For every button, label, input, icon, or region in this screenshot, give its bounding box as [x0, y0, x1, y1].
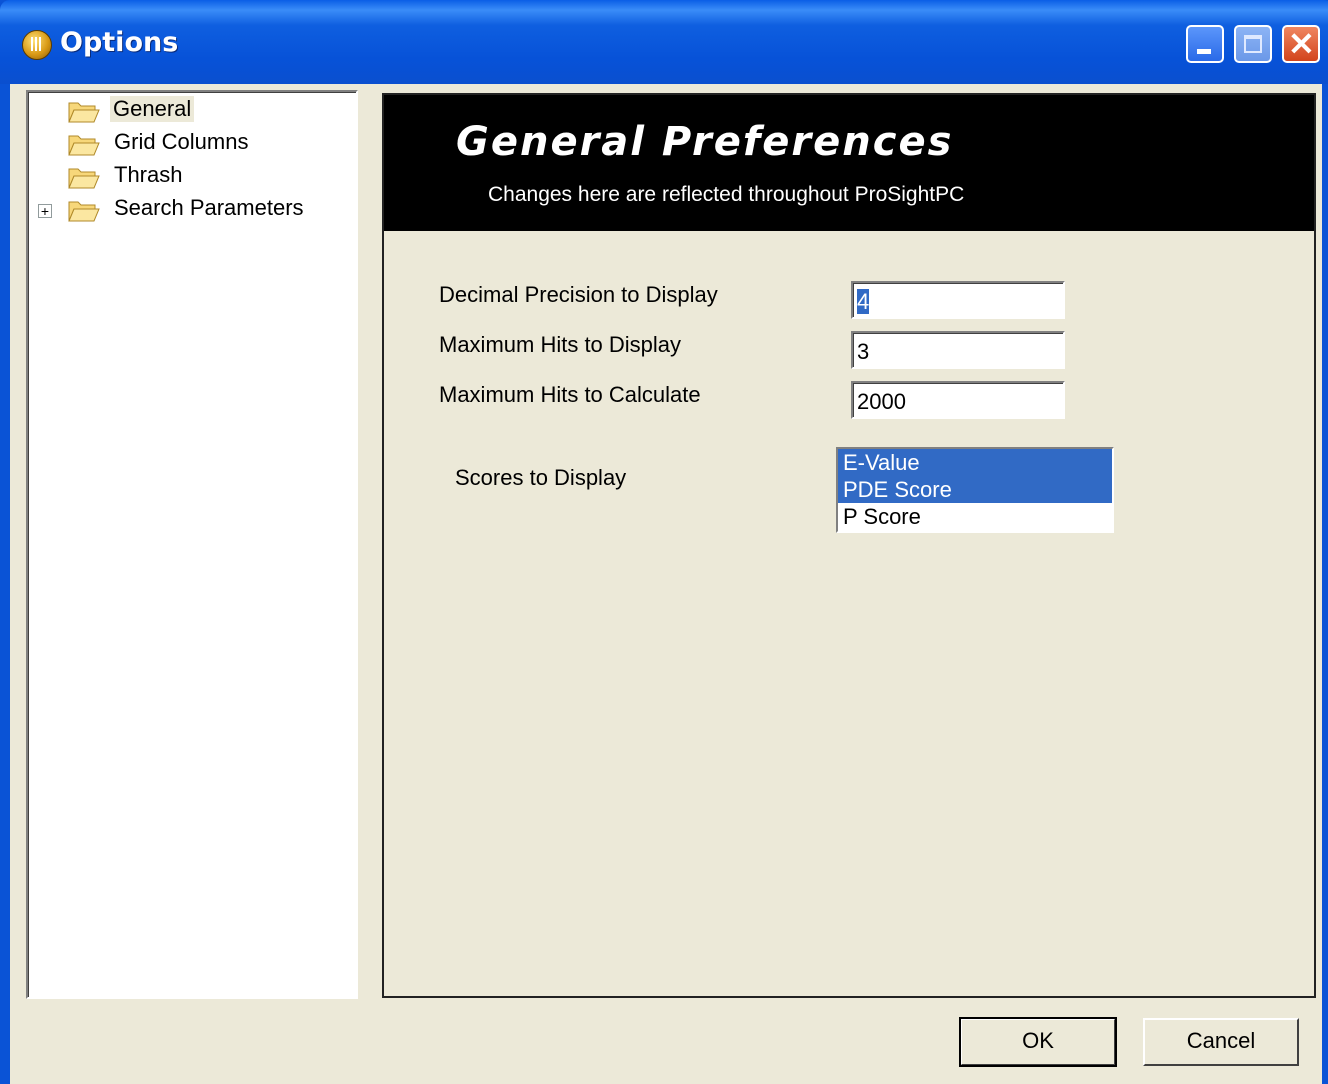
cancel-button[interactable]: Cancel — [1143, 1018, 1299, 1066]
minimize-button[interactable] — [1186, 25, 1224, 63]
maximize-button[interactable] — [1234, 25, 1272, 63]
list-option-pde-score[interactable]: PDE Score — [838, 476, 1112, 503]
close-icon: ✕ — [1288, 26, 1315, 62]
folder-open-icon — [68, 168, 100, 189]
decimal-precision-value: 4 — [857, 289, 870, 314]
ok-button[interactable]: OK — [959, 1017, 1117, 1067]
options-tree[interactable]: General Grid Columns Thrash + Search Par… — [26, 90, 358, 999]
folder-open-icon — [68, 102, 100, 123]
max-hits-calculate-value: 2000 — [857, 389, 906, 414]
panel-subtitle: Changes here are reflected throughout Pr… — [488, 183, 965, 206]
tree-item-label: General — [110, 96, 195, 122]
close-button[interactable]: ✕ — [1282, 25, 1320, 63]
decimal-precision-label: Decimal Precision to Display — [439, 282, 718, 307]
max-hits-calculate-label: Maximum Hits to Calculate — [439, 382, 701, 407]
scores-listbox[interactable]: E-Value PDE Score P Score — [836, 447, 1114, 533]
max-hits-calculate-input[interactable]: 2000 — [851, 381, 1065, 419]
decimal-precision-input[interactable]: 4 — [851, 281, 1065, 319]
expand-plus-icon[interactable]: + — [38, 204, 52, 218]
tree-item-thrash[interactable]: Thrash — [28, 160, 348, 192]
tree-item-label: Search Parameters — [114, 195, 304, 220]
max-hits-display-value: 3 — [857, 339, 870, 364]
window-title: Options — [60, 27, 179, 58]
tree-item-grid-columns[interactable]: Grid Columns — [28, 127, 348, 159]
folder-open-icon — [68, 201, 100, 222]
max-hits-display-input[interactable]: 3 — [851, 331, 1065, 369]
app-icon[interactable] — [22, 30, 52, 60]
panel-header: General Preferences Changes here are ref… — [384, 95, 1314, 231]
preferences-panel: General Preferences Changes here are ref… — [382, 93, 1316, 998]
tree-item-search-parameters[interactable]: + Search Parameters — [28, 193, 348, 225]
minimize-icon — [1197, 49, 1211, 54]
folder-open-icon — [68, 135, 100, 156]
max-hits-display-label: Maximum Hits to Display — [439, 332, 682, 357]
title-bar[interactable]: Options ✕ — [0, 0, 1328, 84]
list-option-p-score[interactable]: P Score — [838, 503, 1112, 530]
tree-item-label: Grid Columns — [114, 129, 249, 154]
panel-title: General Preferences — [456, 119, 954, 165]
tree-item-general[interactable]: General — [28, 94, 348, 126]
maximize-icon — [1244, 35, 1262, 53]
tree-item-label: Thrash — [114, 162, 183, 187]
list-option-e-value[interactable]: E-Value — [838, 449, 1112, 476]
scores-to-display-label: Scores to Display — [455, 465, 627, 490]
